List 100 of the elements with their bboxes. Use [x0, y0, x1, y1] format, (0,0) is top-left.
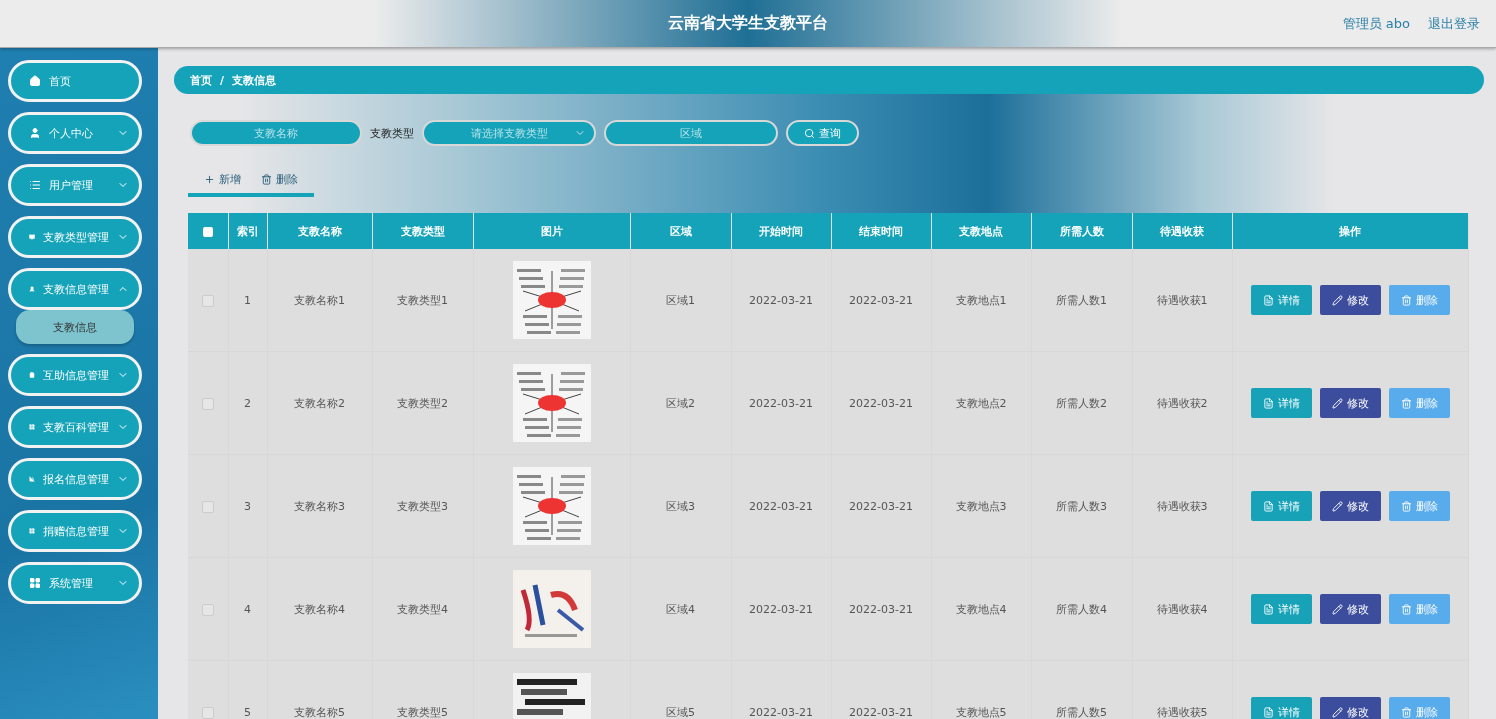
delete-button[interactable]: 删除	[1388, 491, 1450, 521]
table-cell: 待遇收获1	[1132, 249, 1232, 352]
table-cell: 1	[228, 249, 267, 352]
details-button[interactable]: 详情	[1250, 388, 1312, 418]
type-select[interactable]: 请选择支教类型	[422, 120, 596, 146]
table-cell: 支教类型2	[372, 351, 473, 455]
table-cell: 2022-03-21	[731, 454, 831, 558]
column-header: 索引	[228, 213, 267, 249]
table-cell: 区域2	[630, 351, 731, 455]
table-cell: 2022-03-21	[831, 351, 931, 455]
table-cell: 待遇收获3	[1132, 454, 1232, 558]
table-cell: 支教地点4	[931, 557, 1031, 661]
book-icon	[29, 231, 35, 243]
row-checkbox[interactable]	[201, 603, 214, 616]
table-cell: 2022-03-21	[731, 660, 831, 719]
table-cell: 2	[228, 351, 267, 455]
table-cell: 2022-03-21	[831, 249, 931, 352]
trash-icon	[261, 174, 272, 185]
search-icon	[804, 127, 815, 139]
app-title: 云南省大学生支教平台	[668, 13, 828, 34]
logout-link[interactable]: 退出登录	[1428, 14, 1480, 33]
row-checkbox[interactable]	[201, 294, 214, 307]
edit-button[interactable]: 修改	[1319, 285, 1381, 315]
table-cell: 所需人数1	[1031, 249, 1132, 352]
table-cell: 区域4	[630, 557, 731, 661]
column-header: 支教类型	[372, 213, 473, 249]
sidebar-item[interactable]: 捐赠信息管理	[8, 510, 142, 552]
column-header: 支教名称	[267, 213, 372, 249]
breadcrumb-item[interactable]: 支教信息	[232, 72, 277, 88]
table-cell: 区域3	[630, 454, 731, 558]
sidebar-item[interactable]: 互助信息管理	[8, 354, 142, 396]
edit-button[interactable]: 修改	[1319, 697, 1381, 719]
sidebar-item[interactable]: 报名信息管理	[8, 458, 142, 500]
document-icon	[1262, 500, 1274, 512]
column-header: 支教地点	[931, 213, 1031, 249]
search-button[interactable]: 查询	[786, 120, 859, 146]
details-button[interactable]: 详情	[1250, 594, 1312, 624]
sidebar-item[interactable]: 系统管理	[8, 562, 142, 604]
sidebar-item[interactable]: 支教类型管理	[8, 216, 142, 258]
add-button[interactable]: 新增	[204, 172, 241, 187]
document-icon	[1262, 706, 1274, 718]
row-checkbox[interactable]	[201, 397, 214, 410]
breadcrumb-separator: /	[220, 73, 225, 87]
details-button[interactable]: 详情	[1250, 491, 1312, 521]
column-header: 所需人数	[1031, 213, 1132, 249]
table-cell: 2022-03-21	[731, 351, 831, 455]
edit-button[interactable]: 修改	[1319, 388, 1381, 418]
row-checkbox[interactable]	[201, 706, 214, 719]
table-cell: 2022-03-21	[831, 557, 931, 661]
sidebar-item[interactable]: 个人中心	[8, 112, 142, 154]
table-cell: 支教名称2	[267, 351, 372, 455]
document-icon	[1262, 294, 1274, 306]
table-cell: 支教地点1	[931, 249, 1031, 352]
table-cell: 待遇收获2	[1132, 351, 1232, 455]
sidebar-item[interactable]: 支教信息管理	[8, 268, 142, 310]
delete-button[interactable]: 删除	[1388, 594, 1450, 624]
trash-icon	[1400, 706, 1412, 718]
grid-icon	[29, 525, 35, 537]
document-icon	[1262, 603, 1274, 615]
sidebar-item[interactable]: 用户管理	[8, 164, 142, 206]
pencil-icon	[1331, 706, 1343, 718]
user-icon	[29, 283, 35, 295]
table-cell: 支教类型1	[372, 249, 473, 352]
table-cell: 支教地点2	[931, 351, 1031, 455]
delete-button[interactable]: 删除	[1388, 697, 1450, 719]
type-label: 支教类型	[370, 125, 414, 141]
edit-button[interactable]: 修改	[1319, 594, 1381, 624]
table-cell: 所需人数2	[1031, 351, 1132, 455]
column-header: 操作	[1232, 213, 1468, 249]
row-checkbox[interactable]	[201, 500, 214, 513]
details-button[interactable]: 详情	[1250, 285, 1312, 315]
breadcrumb-item[interactable]: 首页	[190, 72, 212, 88]
delete-button[interactable]: 删除	[1388, 285, 1450, 315]
trash-icon	[1400, 500, 1412, 512]
grid-icon	[29, 421, 35, 433]
region-search-field[interactable]: 区域	[604, 120, 778, 146]
delete-button[interactable]: 删除	[261, 172, 298, 187]
sidebar-subitem[interactable]: 支教信息	[16, 310, 134, 344]
table-cell: 所需人数3	[1031, 454, 1132, 558]
table-cell: 支教名称3	[267, 454, 372, 558]
pencil-icon	[1331, 397, 1343, 409]
name-search-field[interactable]: 支教名称	[190, 120, 362, 146]
select-all-checkbox[interactable]	[202, 226, 213, 237]
edit-button[interactable]: 修改	[1319, 491, 1381, 521]
sidebar-item[interactable]: 支教百科管理	[8, 406, 142, 448]
table-cell: 2022-03-21	[831, 454, 931, 558]
trash-icon	[1400, 397, 1412, 409]
details-button[interactable]: 详情	[1250, 697, 1312, 719]
delete-button[interactable]: 删除	[1388, 388, 1450, 418]
table-cell: 5	[228, 660, 267, 719]
table-cell: 区域1	[630, 249, 731, 352]
trash-icon	[1400, 294, 1412, 306]
table-cell: 支教类型4	[372, 557, 473, 661]
table-cell: 2022-03-21	[731, 557, 831, 661]
table-cell: 支教名称5	[267, 660, 372, 719]
pencil-icon	[1331, 294, 1343, 306]
sidebar-item[interactable]: 首页	[8, 60, 142, 102]
column-header: 待遇收获	[1132, 213, 1232, 249]
table-cell: 待遇收获4	[1132, 557, 1232, 661]
user-link[interactable]: 管理员 abo	[1342, 14, 1410, 33]
